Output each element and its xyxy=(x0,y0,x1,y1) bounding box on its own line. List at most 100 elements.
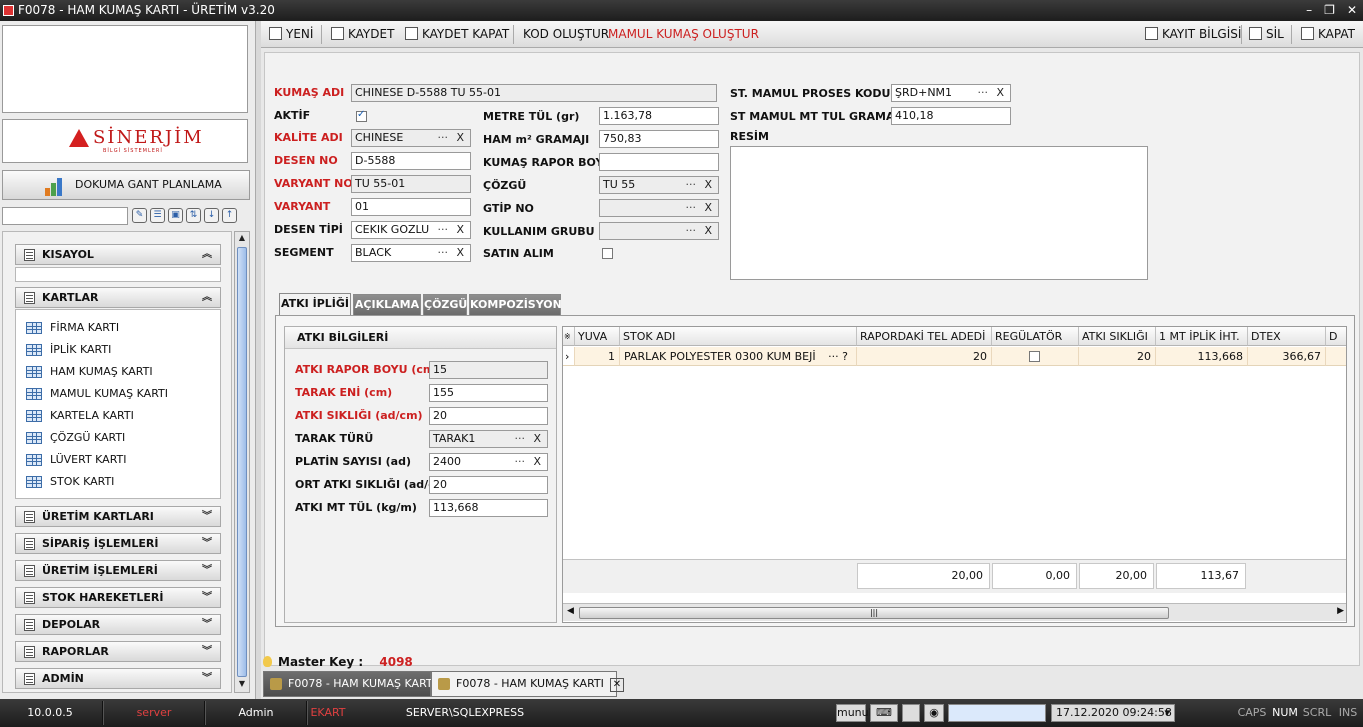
varyant-no-field[interactable]: TU 55-01 xyxy=(351,175,471,193)
ort-atki-sikligi-field[interactable]: 20 xyxy=(429,476,548,494)
clear-button[interactable]: X xyxy=(704,223,712,239)
cell-stok-adi[interactable]: PARLAK POLYESTER 0300 KUM BEJİ ··· ? xyxy=(620,347,857,366)
metre-tul-field[interactable]: 1.163,78 xyxy=(599,107,719,125)
clear-button[interactable]: X xyxy=(996,85,1004,101)
lookup-button[interactable]: ··· xyxy=(686,200,697,216)
st-mamul-proses-field[interactable]: ŞRD+NM1 ··· X xyxy=(891,84,1011,102)
scroll-up-arrow-icon[interactable]: ▲ xyxy=(237,233,247,245)
sort-icon[interactable]: ⇅ xyxy=(186,208,201,223)
grid-header-tel-adedi[interactable]: RAPORDAKİ TEL ADEDİ xyxy=(857,327,992,346)
cell-dtex[interactable]: 366,67 xyxy=(1248,347,1326,366)
grid-scroll-thumb[interactable]: ||| xyxy=(579,607,1169,619)
platin-sayisi-field[interactable]: 2400 ··· X xyxy=(429,453,548,471)
list-icon[interactable]: ☰ xyxy=(150,208,165,223)
grid-horizontal-scrollbar[interactable]: ◀ ||| ▶ xyxy=(563,603,1346,621)
cozgu-field[interactable]: TU 55 ··· X xyxy=(599,176,719,194)
document-tab-active[interactable]: F0078 - HAM KUMAŞ KARTI xyxy=(263,671,436,697)
ham-m2-field[interactable]: 750,83 xyxy=(599,130,719,148)
cell-iplik-iht[interactable]: 113,668 xyxy=(1156,347,1248,366)
gant-planning-button[interactable]: DOKUMA GANT PLANLAMA xyxy=(2,170,250,200)
desen-no-field[interactable]: D-5588 xyxy=(351,152,471,170)
datetime-picker[interactable]: 17.12.2020 09:24:58 ▾ xyxy=(1051,704,1175,722)
scroll-right-arrow-icon[interactable]: ▶ xyxy=(1337,606,1344,616)
blank-status-icon[interactable] xyxy=(902,704,920,722)
tab-kompozisyon[interactable]: KOMPOZİSYON xyxy=(469,294,562,315)
restore-button[interactable]: ❐ xyxy=(1324,0,1335,21)
nav-group-depolar[interactable]: DEPOLAR ︾ xyxy=(15,614,221,635)
scroll-down-arrow-icon[interactable]: ▼ xyxy=(237,679,247,691)
row-indicator-icon[interactable]: › xyxy=(563,347,575,366)
record-info-button[interactable]: KAYIT BİLGİSİ xyxy=(1145,21,1241,48)
lookup-button[interactable]: ··· xyxy=(515,454,526,470)
clear-button[interactable]: X xyxy=(704,177,712,193)
keyboard-icon[interactable]: ⌨ xyxy=(870,704,898,722)
sidebar-search-input[interactable] xyxy=(2,207,128,225)
nav-group-stok-hareketleri[interactable]: STOK HAREKETLERİ ︾ xyxy=(15,587,221,608)
nav-group-raporlar[interactable]: RAPORLAR ︾ xyxy=(15,641,221,662)
kalite-adi-field[interactable]: CHINESE ··· X xyxy=(351,129,471,147)
segment-field[interactable]: BLACK ··· X xyxy=(351,244,471,262)
cell-lookup-button[interactable]: ··· ? xyxy=(828,347,848,365)
tab-aciklama[interactable]: AÇIKLAMA xyxy=(353,294,421,315)
cell-yuva[interactable]: 1 xyxy=(575,347,620,366)
lookup-button[interactable]: ··· xyxy=(438,222,449,238)
nav-item-luvert-karti[interactable]: LÜVERT KARTI xyxy=(26,451,127,469)
grid-header-stok-adi[interactable]: STOK ADI xyxy=(620,327,857,346)
nav-item-stok-karti[interactable]: STOK KARTI xyxy=(26,473,114,491)
tab-atki-ipligi[interactable]: ATKI İPLİĞİ xyxy=(279,293,351,316)
nav-group-siparis-islemleri[interactable]: SİPARİŞ İŞLEMLERİ ︾ xyxy=(15,533,221,554)
grid-header-iplik-iht[interactable]: 1 MT İPLİK İHT. xyxy=(1156,327,1248,346)
lookup-button[interactable]: ··· xyxy=(686,177,697,193)
scroll-left-arrow-icon[interactable]: ◀ xyxy=(567,606,574,616)
regulator-checkbox[interactable] xyxy=(1029,351,1040,362)
nav-item-kartela-karti[interactable]: KARTELA KARTI xyxy=(26,407,134,425)
nav-item-cozgu-karti[interactable]: ÇÖZGÜ KARTI xyxy=(26,429,125,447)
eraser-icon[interactable]: ✎ xyxy=(132,208,147,223)
tarak-turu-field[interactable]: TARAK1 ··· X xyxy=(429,430,548,448)
delete-button[interactable]: SİL xyxy=(1249,21,1284,48)
arrow-up-icon[interactable]: ↑ xyxy=(222,208,237,223)
status-lang-box[interactable]: munul xyxy=(836,704,872,722)
cell-atki-sikligi[interactable]: 20 xyxy=(1079,347,1156,366)
satin-alim-checkbox[interactable] xyxy=(602,248,613,259)
dropdown-icon[interactable]: ▾ xyxy=(1164,705,1170,721)
grid-header-yuva[interactable]: YUVA xyxy=(575,327,620,346)
document-tab[interactable]: F0078 - HAM KUMAŞ KARTI ✕ xyxy=(431,671,624,697)
code-generate-button[interactable]: KOD OLUŞTUR xyxy=(523,21,609,48)
aktif-checkbox[interactable] xyxy=(356,109,367,122)
close-tab-icon[interactable]: ✕ xyxy=(609,678,624,692)
lookup-button[interactable]: ··· xyxy=(686,223,697,239)
nav-item-iplik-karti[interactable]: İPLİK KARTI xyxy=(26,341,111,359)
color-wheel-icon[interactable]: ◉ xyxy=(924,704,944,722)
lookup-button[interactable]: ··· xyxy=(515,431,526,447)
cell-d[interactable] xyxy=(1326,347,1346,366)
varyant-field[interactable]: 01 xyxy=(351,198,471,216)
clear-button[interactable]: X xyxy=(533,454,541,470)
lookup-button[interactable]: ··· xyxy=(438,245,449,261)
nav-item-firma-karti[interactable]: FİRMA KARTI xyxy=(26,319,119,337)
save-close-button[interactable]: KAYDET KAPAT xyxy=(405,21,509,48)
nav-item-ham-kumas-karti[interactable]: HAM KUMAŞ KARTI xyxy=(26,363,153,381)
st-mamul-gramaj-field[interactable]: 410,18 xyxy=(891,107,1011,125)
nav-group-kartlar[interactable]: KARTLAR ︽ xyxy=(15,287,221,308)
nav-group-admin[interactable]: ADMİN ︾ xyxy=(15,668,221,689)
clear-button[interactable]: X xyxy=(456,222,464,238)
kullanim-grubu-field[interactable]: ··· X xyxy=(599,222,719,240)
arrow-down-icon[interactable]: ↓ xyxy=(204,208,219,223)
image-box[interactable] xyxy=(730,146,1148,280)
lookup-button[interactable]: ··· xyxy=(438,130,449,146)
grid-header-d[interactable]: D xyxy=(1326,327,1346,346)
mamul-generate-button[interactable]: MAMUL KUMAŞ OLUŞTUR xyxy=(608,21,759,48)
clear-button[interactable]: X xyxy=(456,245,464,261)
atki-mt-tul-field[interactable]: 113,668 xyxy=(429,499,548,517)
desen-tipi-field[interactable]: CEKIK GOZLU ··· X xyxy=(351,221,471,239)
clear-button[interactable]: X xyxy=(704,200,712,216)
nav-group-uretim-kartlari[interactable]: ÜRETİM KARTLARI ︾ xyxy=(15,506,221,527)
cell-regulator[interactable] xyxy=(992,347,1079,366)
nav-item-mamul-kumas-karti[interactable]: MAMUL KUMAŞ KARTI xyxy=(26,385,168,403)
new-button[interactable]: YENİ xyxy=(269,21,313,48)
grid-header-regulator[interactable]: REGÜLATÖR xyxy=(992,327,1079,346)
clear-button[interactable]: X xyxy=(533,431,541,447)
atki-sikligi-field[interactable]: 20 xyxy=(429,407,548,425)
sidebar-scrollbar[interactable]: ▲ ▼ xyxy=(234,231,250,693)
